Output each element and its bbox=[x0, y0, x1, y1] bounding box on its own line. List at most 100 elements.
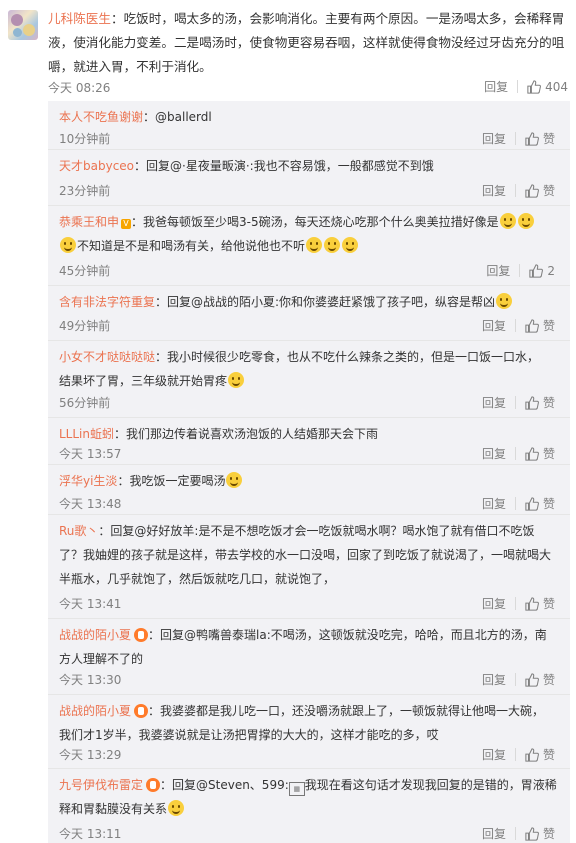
like-label: 赞 bbox=[542, 132, 555, 146]
avatar[interactable] bbox=[8, 10, 38, 40]
reply-username[interactable]: 含有非法字符重复 bbox=[59, 295, 155, 309]
reply-button[interactable]: 回复 bbox=[486, 262, 510, 279]
like-button[interactable]: 赞 bbox=[525, 825, 555, 842]
like-count: 404 bbox=[545, 79, 568, 94]
divider bbox=[514, 319, 516, 332]
reply-button[interactable]: 回复 bbox=[482, 671, 506, 688]
reply-button[interactable]: 回复 bbox=[484, 78, 508, 95]
reply-button[interactable]: 回复 bbox=[482, 746, 506, 763]
like-button[interactable]: 2 bbox=[529, 264, 555, 278]
reply-actions: 回复 赞 bbox=[482, 671, 555, 688]
reply-timestamp: 今天 13:57 bbox=[59, 447, 122, 461]
thumbs-up-icon bbox=[525, 183, 539, 198]
reply-content: ：我爸每顿饭至少喝3-5碗汤，每天还烧心吃那个什么奥美拉措好像是 bbox=[131, 215, 499, 229]
reply-username[interactable]: 本人不吃鱼谢谢 bbox=[59, 110, 143, 124]
reply-username[interactable]: 战战的陌小夏 bbox=[59, 628, 131, 642]
reply-content: ：我们那边传着说喜欢汤泡饭的人结婚那天会下雨 bbox=[114, 427, 379, 441]
reply-text: 恭乘王和申 V ：我爸每顿饭至少喝3-5碗汤，每天还烧心吃那个什么奥美拉措好像是 不知… bbox=[59, 210, 565, 258]
like-label: 赞 bbox=[542, 447, 555, 461]
reply-timestamp: 56分钟前 bbox=[59, 396, 111, 410]
main-comment-text: 儿科陈医生：吃饭时，喝太多的汤，会影响消化。主要有两个原因。一是汤喝太多，会稀释… bbox=[48, 7, 570, 79]
thumbs-up-icon bbox=[525, 318, 539, 333]
reply-username[interactable]: LLLin蚯蚓 bbox=[59, 427, 114, 441]
reply-text: 浮华yi生淡：我吃饭一定要喝汤 bbox=[59, 469, 565, 493]
list-item: 九号伊伐布雷定 ：回复@Steven、599: ▦ 我现在看这句话才发现我回复的是错的… bbox=[48, 769, 570, 843]
reply-content: 方人理解不了的 bbox=[59, 652, 144, 666]
reply-timestamp: 今天 13:30 bbox=[59, 673, 122, 687]
thumbs-up-icon bbox=[525, 131, 539, 146]
reply-content: 释和胃黏膜没有关系 bbox=[59, 802, 168, 816]
member-badge-icon bbox=[146, 778, 161, 792]
reply-content: ：我吃饭一定要喝汤 bbox=[117, 474, 226, 488]
reply-username[interactable]: 小女不才哒哒哒哒 bbox=[59, 350, 155, 364]
reply-actions: 回复 赞 bbox=[482, 495, 555, 512]
reply-username[interactable]: 天才babyceo bbox=[59, 159, 134, 173]
reply-text: LLLin蚯蚓：我们那边传着说喜欢汤泡饭的人结婚那天会下雨 bbox=[59, 422, 565, 446]
reply-button[interactable]: 回复 bbox=[482, 317, 506, 334]
member-badge-icon bbox=[134, 704, 149, 718]
reply-text: 小女不才哒哒哒哒：我小时候很少吃零食，也从不吃什么辣条之类的，但是一口饭一口水，… bbox=[59, 345, 565, 393]
reply-list: 本人不吃鱼谢谢：@ballerdl 10分钟前 回复 赞 天才babyceo：回… bbox=[48, 101, 570, 843]
reply-button[interactable]: 回复 bbox=[482, 595, 506, 612]
reply-username[interactable]: Ru歌丶 bbox=[59, 524, 98, 538]
thumbs-up-icon bbox=[527, 79, 542, 94]
reply-content: ：@ballerdl bbox=[143, 110, 212, 124]
reply-button[interactable]: 回复 bbox=[482, 445, 506, 462]
reply-text: 天才babyceo：回复@·星夜量畈演·:我也不容易饿，一般都感觉不到饿 bbox=[59, 154, 565, 178]
divider bbox=[517, 80, 519, 93]
like-button[interactable]: 404 bbox=[527, 80, 568, 94]
reply-button[interactable]: 回复 bbox=[482, 825, 506, 842]
reply-content: ：我小时候很少吃零食，也从不吃什么辣条之类的，但是一口饭一口水， bbox=[155, 350, 540, 364]
reply-actions: 回复 2 bbox=[486, 262, 555, 279]
divider bbox=[514, 497, 516, 510]
reply-actions: 回复 赞 bbox=[482, 182, 555, 199]
divider bbox=[514, 597, 516, 610]
reply-content: ：回复@鸭嘴兽泰瑞la:不喝汤，这顿饭就没吃完，哈哈，而且北方的汤，南 bbox=[148, 628, 547, 642]
reply-username[interactable]: 恭乘王和申 bbox=[59, 215, 119, 229]
like-button[interactable]: 赞 bbox=[525, 671, 555, 688]
smile-emoji-icon bbox=[499, 213, 516, 229]
thumbs-up-icon bbox=[525, 672, 539, 687]
reply-username[interactable]: 九号伊伐布雷定 bbox=[59, 778, 143, 792]
reply-text: 含有非法字符重复：回复@战战的陌小夏:你和你婆婆赶紧饿了孩子吧，纵容是帮凶 bbox=[59, 290, 565, 314]
reply-timestamp: 今天 13:41 bbox=[59, 597, 122, 611]
divider bbox=[514, 447, 516, 460]
reply-username[interactable]: 浮华yi生淡 bbox=[59, 474, 117, 488]
reply-button[interactable]: 回复 bbox=[482, 182, 506, 199]
divider bbox=[514, 673, 516, 686]
reply-timestamp: 49分钟前 bbox=[59, 319, 111, 333]
reply-content: 半瓶水，几乎就饱了，然后饭就吃几口，就说饱了， bbox=[59, 572, 336, 586]
like-label: 赞 bbox=[542, 396, 555, 410]
like-button[interactable]: 赞 bbox=[525, 746, 555, 763]
reply-button[interactable]: 回复 bbox=[482, 495, 506, 512]
reply-actions: 回复 赞 bbox=[482, 317, 555, 334]
like-button[interactable]: 赞 bbox=[525, 130, 555, 147]
reply-timestamp: 今天 13:29 bbox=[59, 748, 122, 762]
divider bbox=[519, 264, 521, 277]
laugh-emoji-icon bbox=[228, 372, 245, 388]
like-button[interactable]: 赞 bbox=[525, 182, 555, 199]
thumbs-up-icon bbox=[525, 496, 539, 511]
thumbs-up-icon bbox=[529, 263, 544, 278]
reply-text: Ru歌丶：回复@好好放羊:是不是不想吃饭才会一吃饭就喝水啊？喝水饱了就有借口不吃… bbox=[59, 519, 565, 591]
like-label: 赞 bbox=[542, 184, 555, 198]
like-button[interactable]: 赞 bbox=[525, 495, 555, 512]
like-button[interactable]: 赞 bbox=[525, 595, 555, 612]
reply-content: 了？我妯娌的孩子就是这样，带去学校的水一口没喝，回家了到吃饭了就说渴了，一喝就喝… bbox=[59, 548, 552, 562]
like-button[interactable]: 赞 bbox=[525, 317, 555, 334]
smile-emoji-icon bbox=[324, 237, 341, 253]
main-content: ：吃饭时，喝太多的汤，会影响消化。主要有两个原因。一是汤喝太多，会稀释胃液，使消… bbox=[48, 11, 565, 74]
main-timestamp: 今天 08:26 bbox=[48, 81, 111, 95]
reply-content: 结果坏了胃，三年级就开始胃疼 bbox=[59, 374, 228, 388]
reply-content: ：回复@好好放羊:是不是不想吃饭才会一吃饭就喝水啊？喝水饱了就有借口不吃饭 bbox=[98, 524, 535, 538]
divider bbox=[514, 132, 516, 145]
reply-button[interactable]: 回复 bbox=[482, 394, 506, 411]
divider bbox=[514, 396, 516, 409]
divider bbox=[514, 748, 516, 761]
main-username[interactable]: 儿科陈医生 bbox=[48, 11, 111, 26]
like-button[interactable]: 赞 bbox=[525, 394, 555, 411]
reply-username[interactable]: 战战的陌小夏 bbox=[59, 704, 131, 718]
reply-button[interactable]: 回复 bbox=[482, 130, 506, 147]
list-item: 含有非法字符重复：回复@战战的陌小夏:你和你婆婆赶紧饿了孩子吧，纵容是帮凶 49… bbox=[48, 286, 570, 341]
like-button[interactable]: 赞 bbox=[525, 445, 555, 462]
